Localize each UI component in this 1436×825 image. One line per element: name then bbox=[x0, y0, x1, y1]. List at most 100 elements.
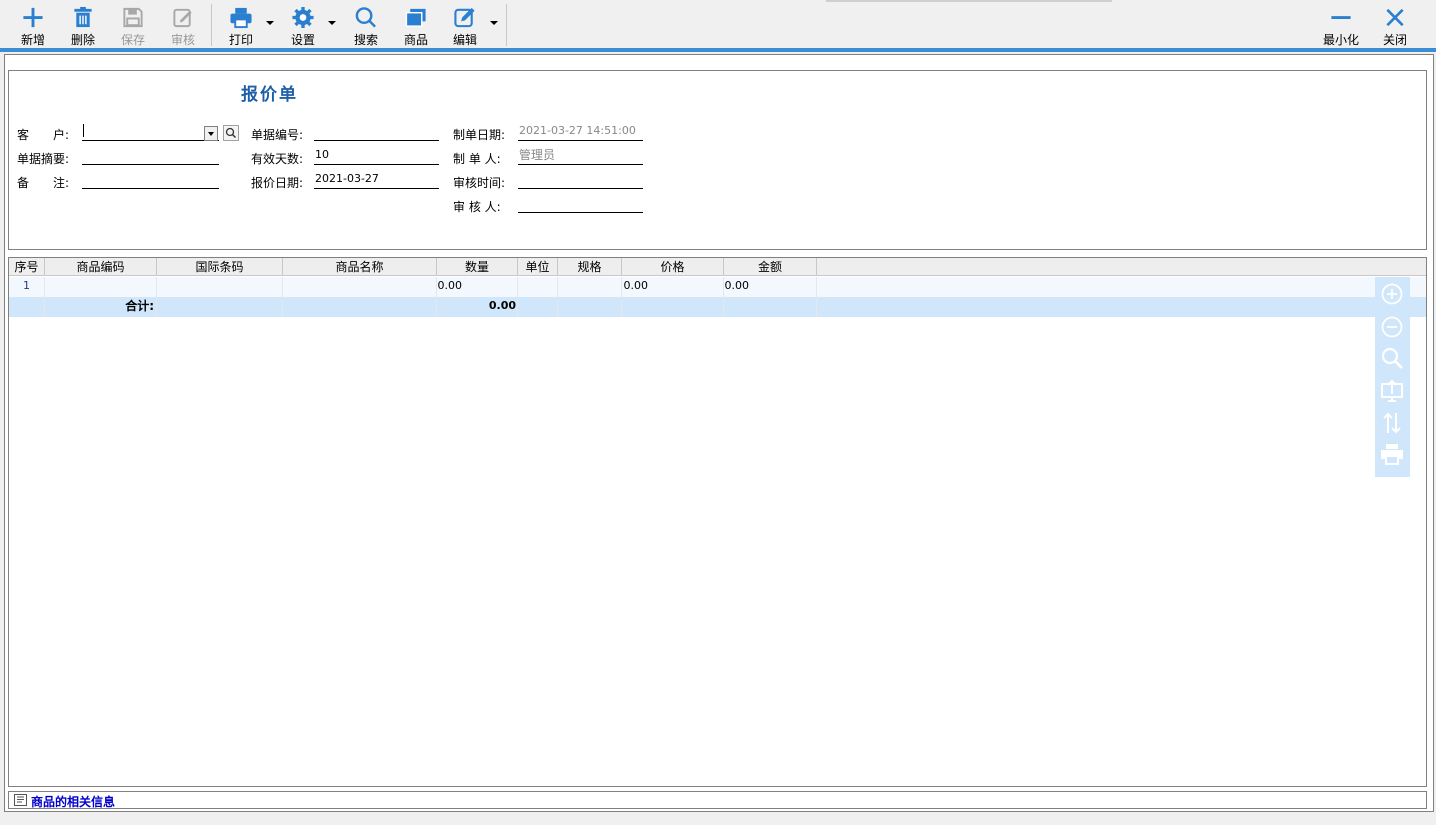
valid-days-input[interactable]: 10 bbox=[314, 147, 439, 165]
goods-info-link[interactable]: 商品的相关信息 bbox=[31, 793, 115, 810]
export-icon[interactable] bbox=[1380, 379, 1404, 403]
col-header-price[interactable]: 价格 bbox=[622, 258, 724, 276]
close-button[interactable]: 关闭 bbox=[1370, 0, 1420, 48]
minus-icon bbox=[1331, 16, 1351, 19]
print-button[interactable]: 打印 bbox=[216, 0, 266, 48]
search-button[interactable]: 搜索 bbox=[341, 0, 391, 48]
floppy-icon bbox=[123, 7, 143, 28]
delete-button[interactable]: 删除 bbox=[58, 0, 108, 48]
total-cell-spec bbox=[558, 297, 622, 317]
create-date-label: 制单日期: bbox=[453, 128, 506, 142]
print-dropdown-arrow[interactable] bbox=[266, 20, 274, 28]
total-cell-name bbox=[283, 297, 437, 317]
save-label: 保存 bbox=[120, 33, 145, 47]
auditor-label: 审 核 人: bbox=[453, 200, 501, 214]
edit-button[interactable]: 编辑 bbox=[440, 0, 490, 48]
creator-label: 制 单 人: bbox=[453, 152, 501, 166]
cell-qty[interactable]: 0.00 bbox=[437, 277, 518, 297]
gear-icon bbox=[292, 6, 314, 29]
audit-button[interactable]: 审核 bbox=[158, 0, 208, 48]
settings-button[interactable]: 设置 bbox=[278, 0, 328, 48]
form-title: 报价单 bbox=[241, 85, 298, 105]
edit-label: 编辑 bbox=[452, 33, 477, 47]
info-doc-icon bbox=[14, 794, 27, 806]
total-row: 合计: 0.00 bbox=[9, 297, 1426, 317]
total-cell-amount bbox=[724, 297, 817, 317]
windows-icon bbox=[405, 8, 426, 27]
bill-no-input[interactable] bbox=[314, 123, 439, 141]
trash-icon bbox=[74, 6, 92, 28]
cell-index[interactable]: 1 bbox=[9, 277, 45, 297]
customer-search-button[interactable] bbox=[223, 125, 239, 141]
col-header-unit[interactable]: 单位 bbox=[518, 258, 558, 276]
total-cell-index bbox=[9, 297, 45, 317]
total-cell-price bbox=[622, 297, 724, 317]
search-label: 搜索 bbox=[353, 33, 378, 47]
zoom-icon[interactable] bbox=[1380, 346, 1404, 370]
close-icon bbox=[1386, 8, 1404, 27]
cell-code[interactable] bbox=[45, 277, 157, 297]
goods-label: 商品 bbox=[403, 33, 428, 47]
remark-label: 备 注: bbox=[17, 176, 70, 190]
close-label: 关闭 bbox=[1382, 33, 1407, 47]
col-header-name[interactable]: 商品名称 bbox=[283, 258, 437, 276]
table-row[interactable]: 1 0.00 0.00 0.00 bbox=[9, 277, 1426, 297]
cell-name[interactable] bbox=[283, 277, 437, 297]
minimize-button[interactable]: 最小化 bbox=[1316, 0, 1366, 48]
cell-unit[interactable] bbox=[518, 277, 558, 297]
window-shadow bbox=[826, 0, 1112, 2]
main-frame: 报价单 客 户: 单据摘要: 备 注: 单据编号: 有效天数: 10 报价日期:… bbox=[4, 54, 1434, 812]
audit-time-label: 审核时间: bbox=[453, 176, 506, 190]
summary-input[interactable] bbox=[82, 147, 219, 165]
remark-input[interactable] bbox=[82, 171, 219, 189]
quote-date-label: 报价日期: bbox=[251, 176, 304, 190]
printer-icon bbox=[230, 7, 252, 29]
toolbar-separator bbox=[211, 4, 212, 46]
cell-barcode[interactable] bbox=[157, 277, 283, 297]
auditor-input[interactable] bbox=[518, 195, 643, 213]
creator-input[interactable]: 管理员 bbox=[518, 147, 643, 165]
print-label: 打印 bbox=[228, 33, 253, 47]
col-header-spec[interactable]: 规格 bbox=[558, 258, 622, 276]
customer-dropdown-button[interactable] bbox=[204, 126, 218, 141]
valid-days-label: 有效天数: bbox=[251, 152, 304, 166]
add-row-icon[interactable] bbox=[1380, 282, 1404, 306]
goods-grid: 序号 商品编码 国际条码 商品名称 数量 单位 规格 价格 金额 1 0.00 … bbox=[8, 257, 1427, 787]
col-header-barcode[interactable]: 国际条码 bbox=[157, 258, 283, 276]
grid-header: 序号 商品编码 国际条码 商品名称 数量 单位 规格 价格 金额 bbox=[9, 258, 1426, 276]
customer-input[interactable] bbox=[82, 123, 219, 141]
goods-button[interactable]: 商品 bbox=[391, 0, 441, 48]
audit-time-input[interactable] bbox=[518, 171, 643, 189]
col-header-code[interactable]: 商品编码 bbox=[45, 258, 157, 276]
print-icon[interactable] bbox=[1380, 442, 1404, 466]
toolbar-separator bbox=[506, 4, 507, 46]
settings-label: 设置 bbox=[290, 33, 315, 47]
sort-icon[interactable] bbox=[1380, 411, 1404, 435]
add-button[interactable]: 新增 bbox=[8, 0, 58, 48]
row-tool-column bbox=[1375, 277, 1410, 477]
cell-amount[interactable]: 0.00 bbox=[724, 277, 817, 297]
toolbar-accent-line bbox=[0, 48, 1436, 52]
settings-dropdown-arrow[interactable] bbox=[328, 20, 336, 28]
total-cell-barcode bbox=[157, 297, 283, 317]
col-header-amount[interactable]: 金额 bbox=[724, 258, 817, 276]
header-panel: 报价单 客 户: 单据摘要: 备 注: 单据编号: 有效天数: 10 报价日期:… bbox=[8, 70, 1427, 250]
cell-spec[interactable] bbox=[558, 277, 622, 297]
cell-price[interactable]: 0.00 bbox=[622, 277, 724, 297]
create-date-input[interactable]: 2021-03-27 14:51:00 bbox=[518, 123, 643, 141]
save-button[interactable]: 保存 bbox=[108, 0, 158, 48]
quote-date-input[interactable]: 2021-03-27 bbox=[314, 171, 439, 189]
audit-label: 审核 bbox=[170, 33, 195, 47]
search-icon bbox=[355, 7, 376, 28]
col-header-index[interactable]: 序号 bbox=[9, 258, 45, 276]
remove-row-icon[interactable] bbox=[1380, 315, 1404, 339]
col-header-qty[interactable]: 数量 bbox=[437, 258, 518, 276]
add-label: 新增 bbox=[20, 33, 45, 47]
edit-dropdown-arrow[interactable] bbox=[490, 20, 498, 28]
toolbar: 新增 删除 保存 审核 打印 设置 搜索 商品 编辑 最小化 关闭 bbox=[0, 0, 1436, 48]
minimize-label: 最小化 bbox=[1322, 33, 1359, 47]
magnifier-icon bbox=[225, 127, 237, 139]
edit-check-icon bbox=[173, 8, 192, 28]
text-caret bbox=[83, 123, 84, 137]
total-label: 合计: bbox=[45, 297, 157, 317]
